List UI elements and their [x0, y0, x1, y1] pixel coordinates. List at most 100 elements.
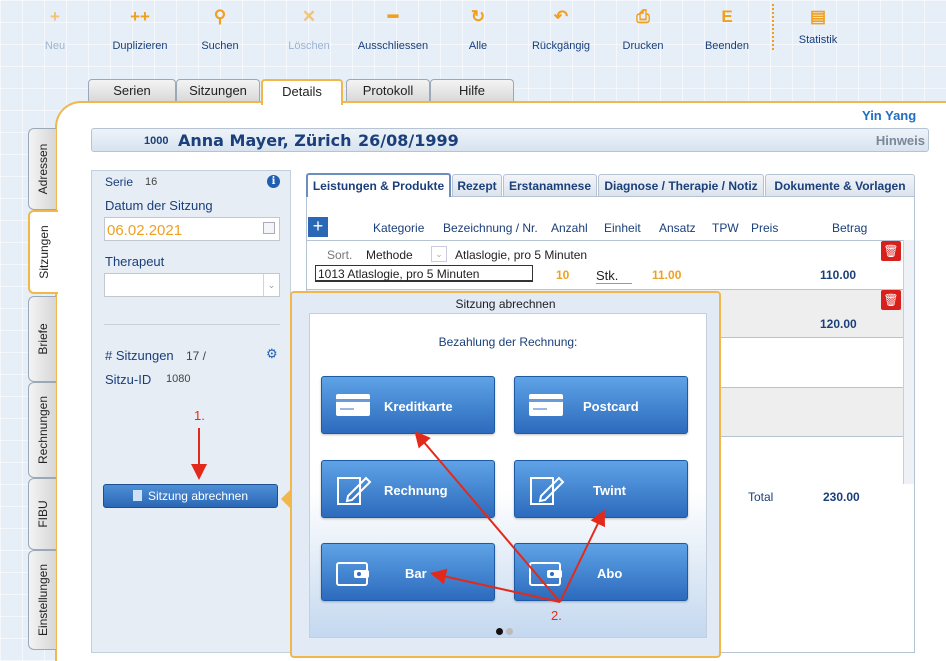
side-tab-einstellungen[interactable]: Einstellungen — [28, 550, 56, 650]
statistics-label: Statistik — [798, 34, 838, 46]
methode-label: Methode — [366, 248, 413, 262]
subtab-rezept[interactable]: Rezept — [452, 174, 502, 196]
billing-popover: Sitzung abrechnen Bezahlung der Rechnung… — [290, 291, 721, 658]
pay-postcard-button[interactable]: Postcard — [514, 376, 688, 434]
sessions-count-label: # Sitzungen — [105, 348, 174, 363]
session-date-label: Datum der Sitzung — [105, 198, 213, 213]
description-value: 1013 Atlaslogie, pro 5 Minuten — [318, 267, 480, 281]
tab-protokoll[interactable]: Protokoll — [346, 79, 430, 103]
pay-cash-label: Bar — [405, 566, 427, 581]
quit-label: Beenden — [704, 40, 750, 52]
col-anzahl: Anzahl — [551, 221, 588, 235]
session-date-field[interactable]: 06.02.2021 — [104, 217, 280, 241]
col-einheit: Einheit — [604, 221, 641, 235]
double-plus-icon: ++ — [130, 7, 150, 26]
table-scrollbar[interactable] — [903, 240, 914, 484]
credit-card-icon — [336, 394, 370, 416]
pay-invoice-button[interactable]: Rechnung — [321, 460, 495, 518]
subtab-services[interactable]: Leistungen & Produkte — [306, 173, 451, 197]
side-tab-label: Briefe — [35, 323, 50, 355]
side-tab-rechnungen[interactable]: Rechnungen — [28, 382, 56, 478]
therapist-select[interactable]: ⌄ — [104, 273, 280, 297]
calculator-icon — [132, 490, 142, 501]
annotation-1: 1. — [194, 408, 205, 423]
side-tab-fibu[interactable]: FIBU — [28, 478, 56, 550]
tab-serien[interactable]: Serien — [88, 79, 176, 103]
new-label: Neu — [44, 40, 66, 52]
side-tab-sitzungen[interactable]: Sitzungen — [28, 210, 58, 294]
tab-details[interactable]: Details — [261, 79, 343, 105]
pay-cash-button[interactable]: Bar — [321, 543, 495, 601]
tab-hilfe[interactable]: Hilfe — [430, 79, 514, 103]
delete-label: Löschen — [288, 40, 330, 52]
add-line-button[interactable]: + — [308, 217, 328, 237]
duplicate-label: Duplizieren — [112, 40, 168, 52]
print-label: Drucken — [622, 40, 664, 52]
side-tab-label: Rechnungen — [35, 395, 50, 465]
search-button[interactable]: ⚲ Suchen — [180, 6, 260, 52]
amount-value: 110.00 — [820, 268, 857, 282]
brand-label: Yin Yang — [862, 108, 917, 123]
toolbar: + Neu ++ Duplizieren ⚲ Suchen ✕ Löschen … — [0, 0, 946, 66]
page-indicator-active[interactable] — [496, 628, 503, 635]
print-button[interactable]: ⎙ Drucken — [603, 6, 683, 52]
quantity-value[interactable]: 10 — [556, 268, 569, 282]
minus-icon: ━ — [387, 7, 399, 26]
sort-label: Sort. — [327, 248, 353, 262]
therapist-label: Therapeut — [105, 254, 165, 269]
calendar-icon[interactable] — [263, 222, 275, 234]
undo-button[interactable]: ↶ Rückgängig — [521, 6, 601, 52]
side-tab-briefe[interactable]: Briefe — [28, 296, 56, 382]
patient-birthdate: 26/08/1999 — [358, 131, 459, 150]
quit-button[interactable]: E Beenden — [687, 6, 767, 52]
tab-sitzungen[interactable]: Sitzungen — [176, 79, 260, 103]
description-field[interactable]: 1013 Atlaslogie, pro 5 Minuten — [315, 265, 533, 282]
gear-icon[interactable]: ⚙ — [266, 346, 278, 362]
subtab-erstanamnese[interactable]: Erstanamnese — [503, 174, 597, 196]
exclude-button[interactable]: ━ Ausschliessen — [353, 6, 433, 52]
plus-icon: + — [50, 7, 60, 26]
sessions-count-value: 17 / — [186, 349, 207, 363]
subtab-dokumente[interactable]: Dokumente & Vorlagen — [765, 174, 915, 196]
pay-subscription-button[interactable]: Abo — [514, 543, 688, 601]
info-icon[interactable]: i — [267, 175, 280, 188]
quit-icon: E — [721, 7, 733, 26]
new-button[interactable]: + Neu — [15, 6, 95, 52]
pay-twint-button[interactable]: Twint — [514, 460, 688, 518]
side-tab-adressen[interactable]: Adressen — [28, 128, 56, 210]
bill-session-label: Sitzung abrechnen — [147, 489, 249, 503]
bill-session-button[interactable]: Sitzung abrechnen — [103, 484, 278, 508]
subtab-diagnose[interactable]: Diagnose / Therapie / Notiz — [598, 174, 764, 196]
trash-icon[interactable]: 🗑 — [881, 241, 901, 261]
col-tpw: TPW — [712, 221, 739, 235]
chevron-down-icon[interactable]: ⌄ — [431, 246, 447, 262]
trash-icon[interactable]: 🗑 — [881, 290, 901, 310]
total-value: 230.00 — [823, 490, 860, 504]
chevron-down-icon[interactable]: ⌄ — [263, 274, 279, 296]
statistics-button[interactable]: ▤ Statistik — [778, 6, 858, 46]
hint-button[interactable]: Hinweis — [876, 133, 925, 148]
delete-button[interactable]: ✕ Löschen — [269, 6, 349, 52]
col-preis: Preis — [751, 221, 779, 235]
duplicate-button[interactable]: ++ Duplizieren — [100, 6, 180, 52]
side-tab-label: Sitzungen — [37, 225, 51, 279]
toolbar-separator — [772, 4, 774, 50]
unit-value[interactable]: Stk. — [596, 268, 632, 284]
all-button[interactable]: ↻ Alle — [438, 6, 518, 52]
pay-creditcard-button[interactable]: Kreditkarte — [321, 376, 495, 434]
total-label: Total — [748, 490, 774, 504]
side-tab-label: Einstellungen — [35, 563, 50, 637]
card-icon — [529, 394, 563, 416]
refresh-icon: ↻ — [470, 7, 486, 26]
session-info-panel — [91, 170, 291, 653]
rate-value[interactable]: 11.00 — [652, 268, 681, 282]
serie-value: 16 — [145, 176, 158, 188]
wallet-icon — [336, 562, 369, 586]
edit-document-icon — [530, 476, 565, 505]
serie-label: Serie — [105, 175, 134, 189]
page-indicator[interactable] — [506, 628, 513, 635]
sitzu-id-value: 1080 — [166, 373, 191, 385]
side-tab-label: Adressen — [35, 143, 50, 195]
print-icon: ⎙ — [636, 7, 650, 26]
pay-subscription-label: Abo — [597, 566, 623, 581]
